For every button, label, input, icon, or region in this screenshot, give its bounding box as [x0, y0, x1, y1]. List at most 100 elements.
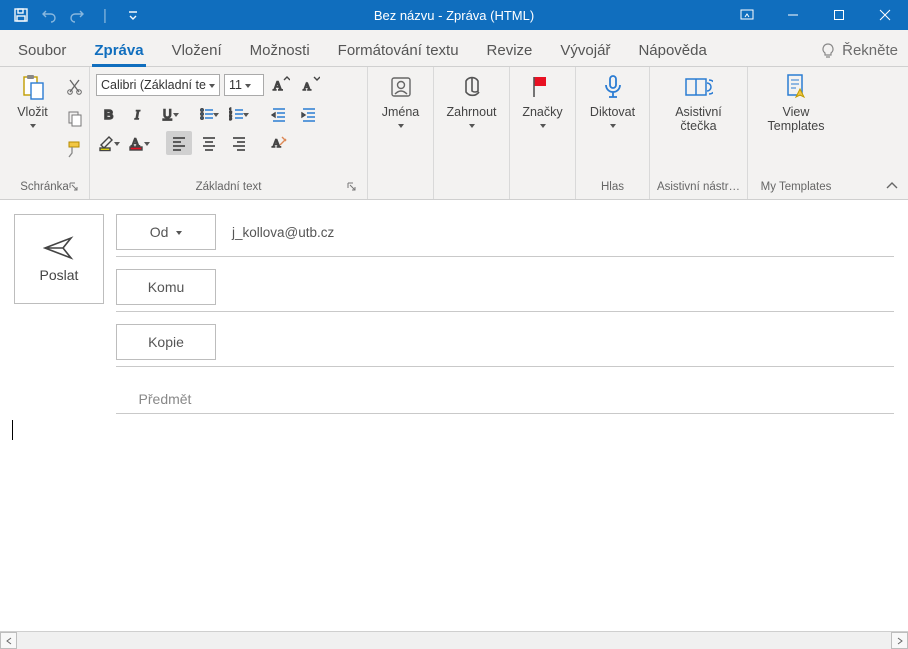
send-button[interactable]: Poslat	[14, 214, 104, 304]
bold-icon[interactable]: B	[96, 102, 122, 126]
tab-developer[interactable]: Vývojář	[552, 36, 618, 66]
underline-icon[interactable]: U	[156, 102, 182, 126]
window-title: Bez názvu - Zpráva (HTML)	[374, 8, 534, 23]
undo-icon[interactable]	[40, 6, 58, 24]
message-body[interactable]	[12, 420, 902, 629]
chevron-down-icon	[398, 124, 404, 128]
immersive-label-2: čtečka	[680, 119, 716, 133]
templates-group-label: My Templates	[754, 179, 838, 197]
chevron-down-icon	[144, 142, 150, 146]
clipboard-group-label: Schránka	[20, 181, 69, 193]
from-btn-label: Od	[150, 224, 169, 240]
tab-message[interactable]: Zpráva	[86, 36, 151, 66]
svg-text:U: U	[163, 107, 172, 121]
chevron-down-icon	[209, 84, 215, 88]
align-right-icon[interactable]	[226, 131, 252, 155]
scroll-left-button[interactable]	[0, 632, 17, 649]
from-button[interactable]: Od	[116, 214, 216, 250]
cut-icon[interactable]	[63, 75, 87, 99]
from-value: j_kollova@utb.cz	[230, 219, 894, 246]
send-label: Poslat	[40, 267, 79, 283]
svg-text:I: I	[134, 107, 140, 122]
names-button[interactable]: Jména	[371, 71, 431, 130]
chevron-down-icon	[469, 124, 475, 128]
paste-button[interactable]: Vložit	[3, 71, 63, 130]
svg-text:A: A	[303, 81, 311, 93]
scrollbar-track[interactable]	[17, 632, 891, 649]
decrease-indent-icon[interactable]	[266, 102, 292, 126]
save-icon[interactable]	[12, 6, 30, 24]
maximize-button[interactable]	[816, 0, 862, 30]
tab-format[interactable]: Formátování textu	[330, 36, 467, 66]
copy-icon[interactable]	[63, 106, 87, 130]
grow-font-icon[interactable]: A	[268, 73, 294, 97]
send-icon	[43, 235, 75, 261]
chevron-down-icon	[243, 113, 249, 117]
tell-me-label: Řekněte	[842, 42, 898, 59]
include-button[interactable]: Zahrnout	[438, 71, 504, 130]
qat-more-icon[interactable]	[124, 6, 142, 24]
chevron-down-icon	[30, 124, 36, 128]
cc-button[interactable]: Kopie	[116, 324, 216, 360]
svg-text:3: 3	[229, 116, 232, 122]
numbering-icon[interactable]: 123	[226, 102, 252, 126]
tab-review[interactable]: Revize	[479, 36, 541, 66]
chevron-down-icon	[176, 231, 182, 235]
svg-text:B: B	[104, 107, 113, 122]
dialog-launcher-icon[interactable]	[69, 182, 81, 194]
collapse-ribbon-icon[interactable]	[882, 179, 902, 193]
tags-label: Značky	[522, 105, 562, 119]
lightbulb-icon	[820, 43, 836, 59]
chevron-down-icon	[610, 124, 616, 128]
ribbon-display-icon[interactable]	[724, 0, 770, 30]
minimize-button[interactable]	[770, 0, 816, 30]
chevron-down-icon	[245, 84, 251, 88]
to-button[interactable]: Komu	[116, 269, 216, 305]
dictate-button[interactable]: Diktovat	[582, 71, 643, 130]
paste-label: Vložit	[17, 105, 48, 119]
to-field[interactable]	[230, 281, 894, 293]
immersive-group-label: Asistivní nástr…	[656, 179, 741, 197]
tab-file[interactable]: Soubor	[10, 36, 74, 66]
scroll-right-button[interactable]	[891, 632, 908, 649]
clear-formatting-icon[interactable]: A	[266, 131, 292, 155]
align-center-icon[interactable]	[196, 131, 222, 155]
immersive-reader-button[interactable]: Asistivníčtečka	[667, 71, 730, 136]
tab-options[interactable]: Možnosti	[242, 36, 318, 66]
align-left-icon[interactable]	[166, 131, 192, 155]
templates-label-1: View	[783, 105, 810, 119]
italic-icon[interactable]: I	[126, 102, 152, 126]
tell-me[interactable]: Řekněte	[820, 42, 898, 66]
font-name-value: Calibri (Základní te	[101, 78, 206, 92]
format-painter-icon[interactable]	[63, 137, 87, 161]
tab-insert[interactable]: Vložení	[164, 36, 230, 66]
shrink-font-icon[interactable]: A	[298, 73, 324, 97]
increase-indent-icon[interactable]	[296, 102, 322, 126]
close-button[interactable]	[862, 0, 908, 30]
highlight-icon[interactable]	[96, 131, 122, 155]
chevron-down-icon	[173, 113, 179, 117]
svg-text:A: A	[273, 78, 283, 93]
view-templates-button[interactable]: ViewTemplates	[760, 71, 833, 136]
dictate-label: Diktovat	[590, 105, 635, 119]
voice-group-label: Hlas	[582, 179, 643, 197]
svg-text:A: A	[272, 136, 281, 150]
subject-label: Předmět	[116, 385, 214, 413]
redo-icon[interactable]	[68, 6, 86, 24]
chevron-down-icon	[540, 124, 546, 128]
chevron-down-icon	[114, 142, 120, 146]
cc-field[interactable]	[230, 336, 894, 348]
font-size-value: 11	[229, 78, 242, 92]
qat-sep-icon: |	[96, 6, 114, 24]
font-color-icon[interactable]: A	[126, 131, 152, 155]
immersive-label-1: Asistivní	[675, 105, 722, 119]
tags-button[interactable]: Značky	[513, 71, 573, 130]
tab-help[interactable]: Nápověda	[630, 36, 714, 66]
names-label: Jména	[382, 105, 420, 119]
dialog-launcher-icon[interactable]	[347, 182, 359, 194]
font-name-combo[interactable]: Calibri (Základní te	[96, 74, 220, 96]
subject-field[interactable]	[228, 393, 894, 405]
font-size-combo[interactable]: 11	[224, 74, 264, 96]
bullets-icon[interactable]	[196, 102, 222, 126]
include-label: Zahrnout	[446, 105, 496, 119]
